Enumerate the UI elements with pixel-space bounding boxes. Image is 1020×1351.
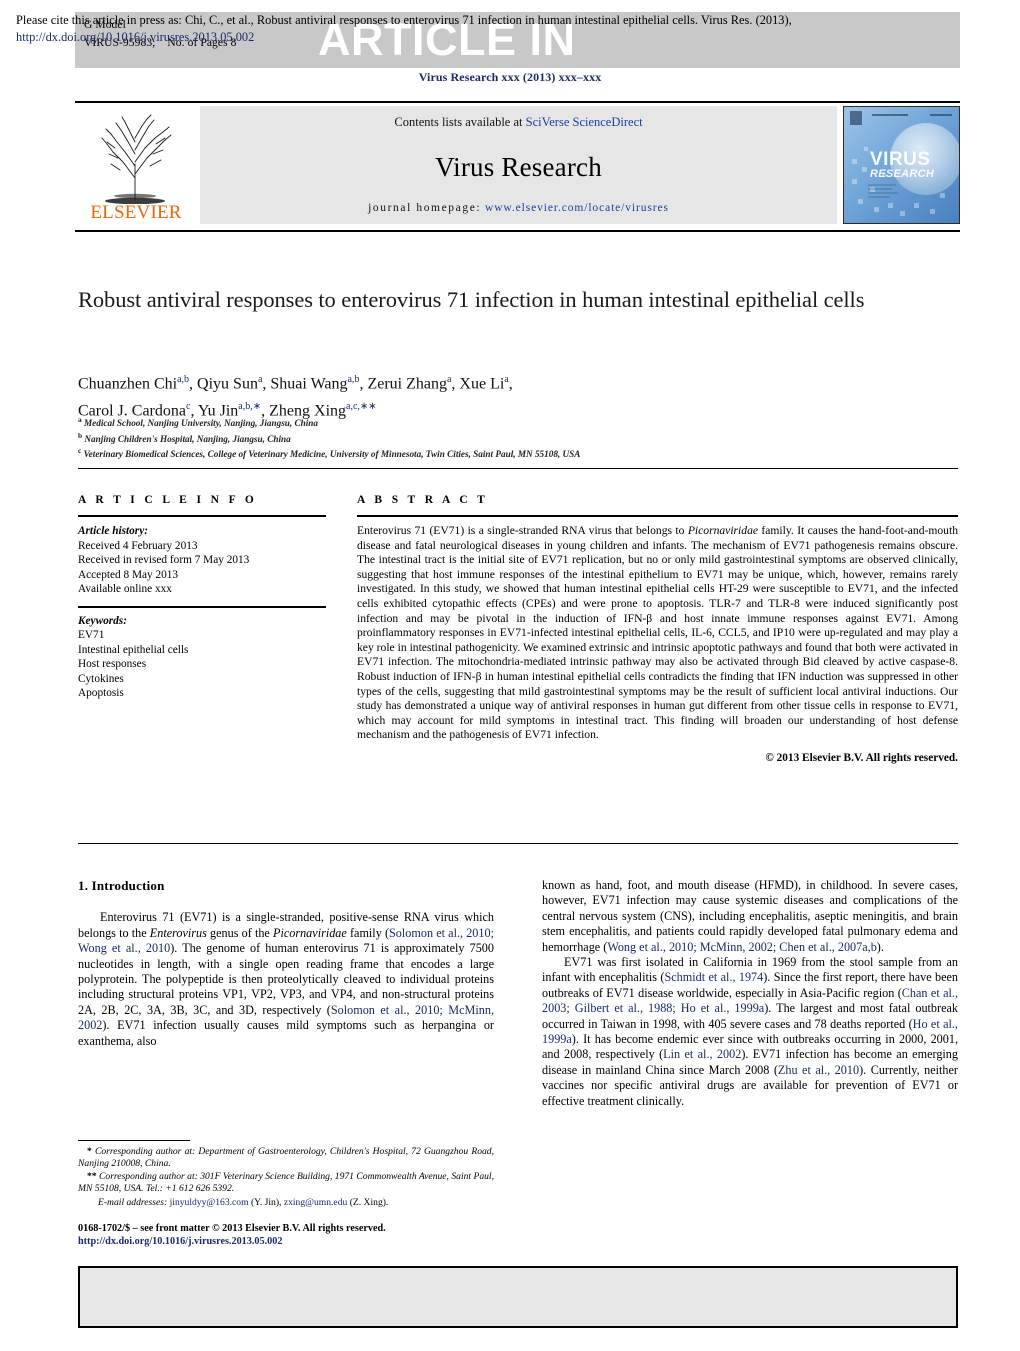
article-info-rule bbox=[78, 515, 326, 517]
affiliation-c: c Veterinary Biomedical Sciences, Colleg… bbox=[78, 446, 581, 460]
abstract-heading: A B S T R A C T bbox=[357, 494, 489, 506]
paper-page: G Model VIRUS-95983; No. of Pages 8 ARTI… bbox=[0, 0, 1020, 1351]
elsevier-logo: ELSEVIER bbox=[75, 106, 197, 224]
history-revised: Received in revised form 7 May 2013 bbox=[78, 554, 250, 566]
body-column-left: 1. Introduction Enterovirus 71 (EV71) is… bbox=[78, 878, 494, 1049]
footnotes-block: * Corresponding author at: Department of… bbox=[78, 1146, 494, 1209]
masthead-top-rule bbox=[75, 101, 960, 103]
keyword-item: Intestinal epithelial cells bbox=[78, 643, 189, 656]
article-history-label: Article history: bbox=[78, 525, 148, 537]
citation-doi-link[interactable]: http://dx.doi.org/10.1016/j.virusres.201… bbox=[16, 30, 254, 44]
history-received: Received 4 February 2013 bbox=[78, 539, 198, 552]
affiliations-list: a Medical School, Nanjing University, Na… bbox=[78, 414, 958, 461]
elsevier-wordmark: ELSEVIER bbox=[90, 202, 182, 223]
homepage-url[interactable]: www.elsevier.com/locate/virusres bbox=[485, 202, 669, 214]
affiliation-a: a Medical School, Nanjing University, Na… bbox=[78, 415, 318, 429]
intro-paragraph-right-1: known as hand, foot, and mouth disease (… bbox=[542, 878, 958, 954]
abstract-rule bbox=[357, 515, 958, 517]
author-line-1: Chuanzhen Chia,b, Qiyu Suna, Shuai Wanga… bbox=[78, 374, 513, 393]
elsevier-tree-icon bbox=[87, 108, 183, 209]
keywords-block: Keywords: EV71 Intestinal epithelial cel… bbox=[78, 614, 326, 701]
masthead-bottom-rule bbox=[75, 230, 960, 232]
article-info-heading: A R T I C L E I N F O bbox=[78, 494, 258, 506]
journal-title: Virus Research bbox=[435, 152, 602, 182]
article-info-column: A R T I C L E I N F O Article history: R… bbox=[78, 494, 326, 701]
keywords-label: Keywords: bbox=[78, 614, 127, 627]
article-history-block: Article history: Received 4 February 201… bbox=[78, 524, 326, 597]
email-label: E-mail addresses: bbox=[98, 1196, 168, 1208]
abstract-column: A B S T R A C T Enterovirus 71 (EV71) is… bbox=[357, 494, 958, 764]
journal-masthead: ELSEVIER Contents lists available at Sci… bbox=[75, 106, 960, 224]
page-title: Robust antiviral responses to enteroviru… bbox=[78, 287, 865, 312]
citation-box bbox=[78, 1266, 958, 1328]
svg-text:VIRUS: VIRUS bbox=[870, 149, 931, 170]
history-online: Available online xxx bbox=[78, 583, 172, 595]
masthead-panel: Contents lists available at SciVerse Sci… bbox=[200, 106, 837, 224]
email-owner-1: (Y. Jin), bbox=[250, 1196, 282, 1208]
citation-sentence: Please cite this article in press as: Ch… bbox=[16, 13, 792, 27]
journal-homepage-line: journal homepage: www.elsevier.com/locat… bbox=[200, 202, 837, 214]
journal-cover-image: VIRUS RESEARCH bbox=[843, 106, 960, 224]
corresponding-author-note-1: * Corresponding author at: Department of… bbox=[78, 1146, 494, 1170]
keyword-item: EV71 bbox=[78, 629, 105, 641]
journal-reference: Virus Research xxx (2013) xxx–xxx bbox=[418, 70, 602, 84]
history-accepted: Accepted 8 May 2013 bbox=[78, 568, 179, 581]
svg-text:RESEARCH: RESEARCH bbox=[870, 168, 935, 180]
front-matter-block: 0168-1702/$ – see front matter © 2013 El… bbox=[78, 1222, 508, 1249]
email-owner-2: (Z. Xing). bbox=[349, 1196, 389, 1208]
doi-link[interactable]: http://dx.doi.org/10.1016/j.virusres.201… bbox=[78, 1235, 508, 1248]
keyword-item: Cytokines bbox=[78, 672, 124, 685]
keyword-item: Host responses bbox=[78, 658, 147, 670]
keyword-item: Apoptosis bbox=[78, 687, 124, 699]
section-heading-introduction: 1. Introduction bbox=[78, 878, 165, 893]
homepage-label: journal homepage: bbox=[368, 202, 482, 214]
intro-paragraph-left: Enterovirus 71 (EV71) is a single-strand… bbox=[78, 910, 494, 1048]
sciencedirect-link[interactable]: SciVerse ScienceDirect bbox=[526, 115, 643, 129]
intro-paragraph-right-2: EV71 was first isolated in California in… bbox=[542, 955, 958, 1108]
email-address-1[interactable]: jinyuldyy@163.com bbox=[170, 1197, 249, 1208]
affiliation-rule bbox=[78, 468, 958, 469]
front-matter-line: 0168-1702/$ – see front matter © 2013 El… bbox=[78, 1223, 386, 1234]
citation-text: Please cite this article in press as: Ch… bbox=[16, 12, 866, 46]
email-addresses-line: E-mail addresses: jinyuldyy@163.com (Y. … bbox=[78, 1197, 494, 1209]
footnote-rule bbox=[78, 1140, 190, 1141]
affiliation-b: b Nanjing Children's Hospital, Nanjing, … bbox=[78, 430, 291, 444]
corresponding-author-note-2: ** Corresponding author at: 301F Veterin… bbox=[78, 1170, 494, 1195]
contents-list-line: Contents lists available at SciVerse Sci… bbox=[200, 115, 837, 130]
body-column-right: known as hand, foot, and mouth disease (… bbox=[542, 878, 958, 1109]
contents-prefix: Contents lists available at bbox=[394, 115, 526, 129]
abstract-bottom-rule bbox=[78, 843, 958, 844]
abstract-copyright: © 2013 Elsevier B.V. All rights reserved… bbox=[765, 751, 958, 764]
email-address-2[interactable]: zxing@umn.edu bbox=[284, 1197, 347, 1208]
abstract-text: Enterovirus 71 (EV71) is a single-strand… bbox=[357, 524, 958, 742]
keywords-rule bbox=[78, 605, 326, 608]
